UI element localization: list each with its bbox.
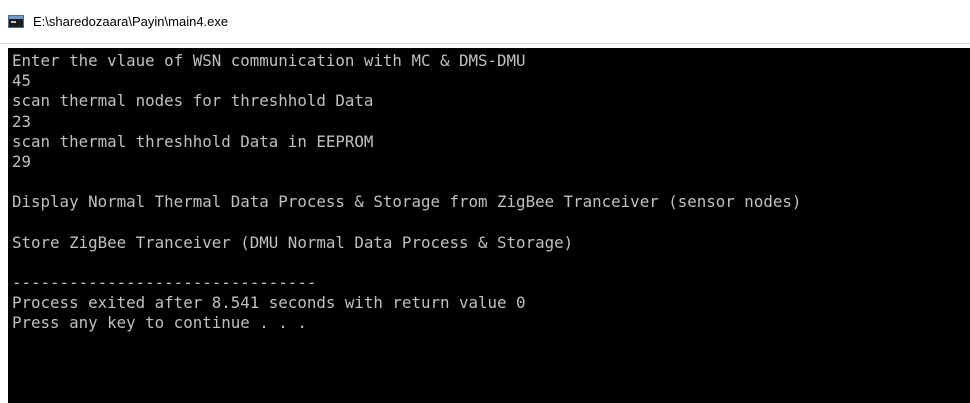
console-line-press-any-key: Press any key to continue . . . [12, 313, 307, 333]
window-title: E:\sharedozaara\Payin\main4.exe [33, 14, 229, 29]
console-line-display-normal: Display Normal Thermal Data Process & St… [12, 192, 802, 212]
console-line-prompt-wsn: Enter the vlaue of WSN communication wit… [12, 51, 526, 70]
console-window: E:\sharedozaara\Payin\main4.exe Enter th… [0, 0, 970, 403]
console-line-prompt-eeprom: scan thermal threshhold Data in EEPROM [12, 131, 374, 151]
console-output[interactable]: Enter the vlaue of WSN communication wit… [8, 48, 970, 403]
console-line-process-exited: Process exited after 8.541 seconds with … [12, 293, 526, 313]
console-separator: -------------------------------- [12, 273, 317, 293]
console-line-prompt-nodes: scan thermal nodes for threshhold Data [12, 91, 374, 111]
console-line-store-zigbee: Store ZigBee Tranceiver (DMU Normal Data… [12, 232, 574, 252]
console-line-input-eeprom: 29 [12, 151, 32, 171]
title-bar[interactable]: E:\sharedozaara\Payin\main4.exe [0, 0, 970, 44]
console-app-icon[interactable] [8, 15, 24, 28]
console-line-input-nodes: 23 [12, 111, 32, 131]
console-line-input-wsn: 45 [12, 71, 32, 91]
